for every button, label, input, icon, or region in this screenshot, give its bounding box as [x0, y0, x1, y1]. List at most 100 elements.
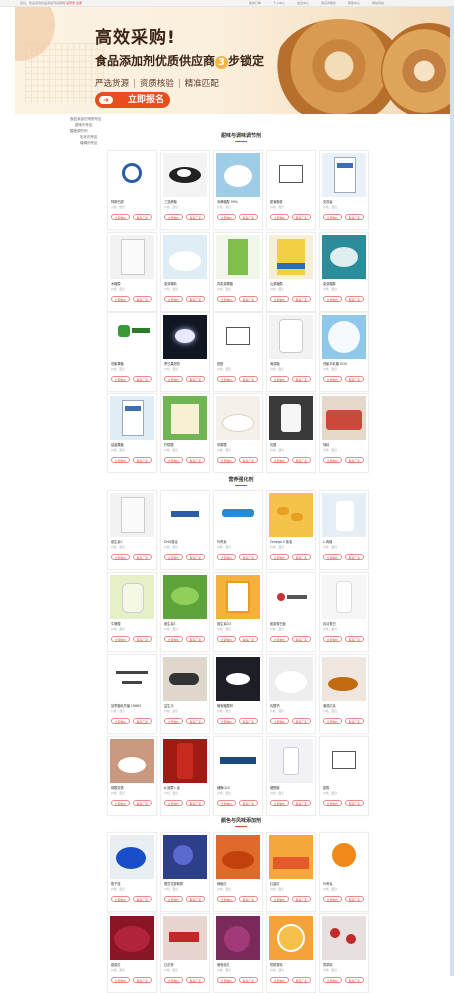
product-name[interactable]: 乳清蛋白 — [323, 621, 367, 626]
inquire-button[interactable]: 立即询价 — [111, 457, 130, 463]
product-card[interactable]: 维生素E 价格：面议 立即询价 联系厂家 — [160, 572, 210, 652]
product-name[interactable]: 三氯蔗糖 — [164, 199, 208, 204]
product-card[interactable]: β-胡萝卜素 价格：面议 立即询价 联系厂家 — [160, 736, 210, 816]
inquire-button[interactable]: 立即询价 — [111, 977, 130, 983]
product-name[interactable]: 结晶果糖 — [111, 442, 155, 447]
inquire-button[interactable]: 立即询价 — [270, 896, 289, 902]
contact-button[interactable]: 联系厂家 — [239, 457, 258, 463]
product-name[interactable]: 罗汉果甜苷 — [164, 361, 208, 366]
contact-button[interactable]: 联系厂家 — [292, 896, 311, 902]
product-image[interactable] — [269, 657, 313, 701]
inquire-button[interactable]: 立即询价 — [270, 296, 289, 302]
contact-button[interactable]: 联系厂家 — [292, 457, 311, 463]
contact-button[interactable]: 联系厂家 — [239, 636, 258, 642]
inquire-button[interactable]: 立即询价 — [217, 457, 236, 463]
inquire-button[interactable]: 立即询价 — [111, 296, 130, 302]
product-image[interactable] — [216, 657, 260, 701]
inquire-button[interactable]: 立即询价 — [217, 896, 236, 902]
contact-button[interactable]: 联系厂家 — [292, 214, 311, 220]
product-image[interactable] — [110, 575, 154, 619]
product-card[interactable]: L-肉碱 价格：面议 立即询价 联系厂家 — [319, 490, 369, 570]
product-image[interactable] — [163, 315, 207, 359]
product-image[interactable] — [163, 739, 207, 783]
inquire-button[interactable]: 立即询价 — [111, 636, 130, 642]
product-image[interactable] — [269, 396, 313, 440]
contact-button[interactable]: 联系厂家 — [345, 554, 364, 560]
inquire-button[interactable]: 立即询价 — [270, 376, 289, 382]
product-image[interactable] — [322, 575, 366, 619]
contact-button[interactable]: 联系厂家 — [186, 554, 205, 560]
inquire-button[interactable]: 立即询价 — [217, 800, 236, 806]
product-image[interactable] — [269, 235, 313, 279]
product-image[interactable] — [110, 493, 154, 537]
contact-button[interactable]: 联系厂家 — [239, 296, 258, 302]
product-name[interactable]: 赤藓糖醇 99% — [217, 199, 261, 204]
product-card[interactable]: 低聚半乳糖 GOS 价格：面议 立即询价 联系厂家 — [319, 312, 369, 392]
product-name[interactable]: 辅酶Q10 — [217, 785, 261, 790]
contact-button[interactable]: 联系厂家 — [292, 636, 311, 642]
product-image[interactable] — [163, 835, 207, 879]
product-image[interactable] — [322, 396, 366, 440]
top-link-member[interactable]: 会员中心 — [297, 1, 309, 5]
inquire-button[interactable]: 立即询价 — [323, 457, 342, 463]
product-card[interactable]: 鼠李糖乳杆菌 LR863 价格：面议 立即询价 联系厂家 — [107, 654, 157, 734]
product-card[interactable]: 栀子蓝 价格：面议 立即询价 联系厂家 — [107, 832, 157, 912]
product-name[interactable]: 麦芽糖醇 — [323, 281, 367, 286]
product-name[interactable]: 低聚半乳糖 GOS — [323, 361, 367, 366]
product-name[interactable]: 味精 — [323, 442, 367, 447]
product-name[interactable]: Omega-3 鱼油 — [270, 539, 314, 544]
product-image[interactable] — [216, 575, 260, 619]
inquire-button[interactable]: 立即询价 — [164, 800, 183, 806]
inquire-button[interactable]: 立即询价 — [164, 718, 183, 724]
contact-button[interactable]: 联系厂家 — [345, 376, 364, 382]
top-link-account[interactable]: 个人中心 — [273, 1, 285, 5]
top-link-orders[interactable]: 我的订单 — [249, 1, 261, 5]
top-link-sitemap[interactable]: 网站导航 — [372, 1, 384, 5]
product-card[interactable]: 叶黄素 价格：面议 立即询价 联系厂家 — [319, 832, 369, 912]
contact-button[interactable]: 联系厂家 — [345, 800, 364, 806]
product-name[interactable]: 苹果酸 — [217, 442, 261, 447]
inquire-button[interactable]: 立即询价 — [323, 718, 342, 724]
product-card[interactable]: 蝶豆花提取物 价格：面议 立即询价 联系厂家 — [160, 832, 210, 912]
product-name[interactable]: 维生素D3 — [217, 621, 261, 626]
contact-button[interactable]: 联系厂家 — [133, 636, 152, 642]
product-name[interactable]: 烟酰胺 — [270, 785, 314, 790]
product-card[interactable]: 安赛蜜 价格：面议 立即询价 联系厂家 — [319, 150, 369, 230]
product-image[interactable] — [322, 235, 366, 279]
contact-button[interactable]: 联系厂家 — [239, 554, 258, 560]
product-name[interactable]: 益生元 — [164, 703, 208, 708]
product-image[interactable] — [269, 916, 313, 960]
product-card[interactable]: 三氯蔗糖 价格：面议 立即询价 联系厂家 — [160, 150, 210, 230]
product-card[interactable]: 木糖醇 价格：面议 立即询价 联系厂家 — [107, 232, 157, 312]
contact-button[interactable]: 联系厂家 — [292, 977, 311, 983]
product-image[interactable] — [322, 153, 366, 197]
inquire-button[interactable]: 立即询价 — [323, 636, 342, 642]
product-card[interactable]: 叶黄素 价格：面议 立即询价 联系厂家 — [213, 490, 263, 570]
product-image[interactable] — [110, 739, 154, 783]
product-image[interactable] — [269, 493, 313, 537]
inquire-button[interactable]: 立即询价 — [323, 296, 342, 302]
product-card[interactable]: 红曲红 价格：面议 立即询价 联系厂家 — [266, 832, 316, 912]
inquire-button[interactable]: 立即询价 — [323, 977, 342, 983]
inquire-button[interactable]: 立即询价 — [217, 296, 236, 302]
product-image[interactable] — [110, 153, 154, 197]
product-name[interactable]: L-肉碱 — [323, 539, 367, 544]
product-name[interactable]: 柑橘香精 — [270, 962, 314, 967]
product-card[interactable]: 苹果酸 价格：面议 立即询价 联系厂家 — [213, 393, 263, 473]
product-image[interactable] — [110, 396, 154, 440]
product-name[interactable]: β-胡萝卜素 — [164, 785, 208, 790]
product-card[interactable]: 纽甜 价格：面议 立即询价 联系厂家 — [213, 312, 263, 392]
contact-button[interactable]: 联系厂家 — [133, 800, 152, 806]
product-image[interactable] — [216, 396, 260, 440]
contact-button[interactable]: 联系厂家 — [239, 977, 258, 983]
inquire-button[interactable]: 立即询价 — [164, 457, 183, 463]
product-name[interactable]: 麦芽糊精 — [164, 281, 208, 286]
contact-button[interactable]: 联系厂家 — [345, 896, 364, 902]
contact-button[interactable]: 联系厂家 — [345, 636, 364, 642]
product-card[interactable]: 麦芽糊精 价格：面议 立即询价 联系厂家 — [160, 232, 210, 312]
product-card[interactable]: 辣椒红 价格：面议 立即询价 联系厂家 — [213, 832, 263, 912]
product-card[interactable]: 肌醇 价格：面议 立即询价 联系厂家 — [319, 736, 369, 816]
product-card[interactable]: 维生素C 价格：面议 立即询价 联系厂家 — [107, 490, 157, 570]
product-name[interactable]: 低聚果糖 — [111, 361, 155, 366]
top-link-supplier[interactable]: 供应商服务 — [321, 1, 336, 5]
